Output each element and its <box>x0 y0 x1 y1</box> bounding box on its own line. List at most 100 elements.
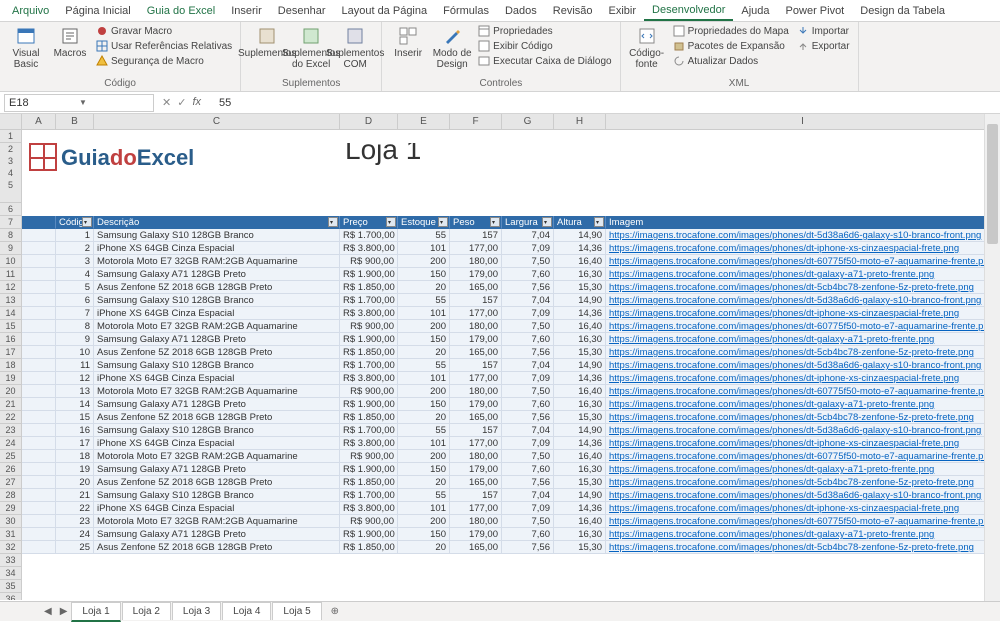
cell[interactable] <box>22 307 56 320</box>
cell-descricao[interactable]: iPhone XS 64GB Cinza Espacial <box>94 437 340 450</box>
ribbon-tab-página-inicial[interactable]: Página Inicial <box>57 2 138 20</box>
visual-basic-button[interactable]: Visual Basic <box>6 24 46 70</box>
cell-preco[interactable]: R$ 1.700,00 <box>340 229 398 242</box>
column-header-H[interactable]: H <box>554 114 606 129</box>
cell[interactable] <box>22 294 56 307</box>
cell[interactable] <box>22 281 56 294</box>
cell-descricao[interactable]: Samsung Galaxy S10 128GB Branco <box>94 489 340 502</box>
cell-estoque[interactable]: 150 <box>398 398 450 411</box>
cell[interactable] <box>22 372 56 385</box>
cell[interactable] <box>22 398 56 411</box>
prop-mapa-button[interactable]: Propriedades do Mapa <box>671 24 791 38</box>
cell[interactable] <box>22 450 56 463</box>
cell-estoque[interactable]: 150 <box>398 268 450 281</box>
column-header-B[interactable]: B <box>56 114 94 129</box>
cell-peso[interactable]: 177,00 <box>450 372 502 385</box>
inserir-controle-button[interactable]: Inserir <box>388 24 428 59</box>
cell-largura[interactable]: 7,60 <box>502 268 554 281</box>
cell-imagem[interactable]: https://imagens.trocafone.com/images/pho… <box>606 502 1000 515</box>
cell[interactable] <box>22 411 56 424</box>
column-header-G[interactable]: G <box>502 114 554 129</box>
cell-peso[interactable]: 165,00 <box>450 281 502 294</box>
ribbon-tab-revisão[interactable]: Revisão <box>545 2 601 20</box>
cell-imagem[interactable]: https://imagens.trocafone.com/images/pho… <box>606 268 1000 281</box>
gravar-macro-button[interactable]: Gravar Macro <box>94 24 234 38</box>
cell-preco[interactable]: R$ 1.900,00 <box>340 398 398 411</box>
cell-descricao[interactable]: Motorola Moto E7 32GB RAM:2GB Aquamarine <box>94 515 340 528</box>
sheet-tab-loja-2[interactable]: Loja 2 <box>122 602 171 620</box>
cell-altura[interactable]: 14,90 <box>554 359 606 372</box>
table-header-peso[interactable]: Peso <box>450 216 502 229</box>
cell-descricao[interactable]: Motorola Moto E7 32GB RAM:2GB Aquamarine <box>94 385 340 398</box>
cell-estoque[interactable]: 200 <box>398 450 450 463</box>
cell-imagem[interactable]: https://imagens.trocafone.com/images/pho… <box>606 281 1000 294</box>
cell-largura[interactable]: 7,50 <box>502 255 554 268</box>
cell-preco[interactable]: R$ 1.900,00 <box>340 528 398 541</box>
chevron-down-icon[interactable]: ▼ <box>79 98 149 107</box>
cell-altura[interactable]: 16,40 <box>554 515 606 528</box>
cell-preco[interactable]: R$ 900,00 <box>340 450 398 463</box>
cell[interactable] <box>22 229 56 242</box>
executar-dialogo-button[interactable]: Executar Caixa de Diálogo <box>476 54 613 68</box>
row-header[interactable]: 16 <box>0 333 22 346</box>
cell-descricao[interactable]: Samsung Galaxy A71 128GB Preto <box>94 333 340 346</box>
row-header[interactable]: 15 <box>0 320 22 333</box>
cell-codigo[interactable]: 8 <box>56 320 94 333</box>
cell-estoque[interactable]: 20 <box>398 281 450 294</box>
cell-codigo[interactable]: 12 <box>56 372 94 385</box>
cell-codigo[interactable]: 2 <box>56 242 94 255</box>
cell-altura[interactable]: 16,40 <box>554 255 606 268</box>
ribbon-tab-desenvolvedor[interactable]: Desenvolvedor <box>644 1 733 21</box>
cell-estoque[interactable]: 101 <box>398 242 450 255</box>
cell-descricao[interactable]: Asus Zenfone 5Z 2018 6GB 128GB Preto <box>94 476 340 489</box>
cell-largura[interactable]: 7,09 <box>502 502 554 515</box>
cell[interactable] <box>22 385 56 398</box>
cell-preco[interactable]: R$ 1.850,00 <box>340 411 398 424</box>
cell-altura[interactable]: 15,30 <box>554 346 606 359</box>
row-header[interactable]: 14 <box>0 307 22 320</box>
cell-descricao[interactable]: Samsung Galaxy S10 128GB Branco <box>94 359 340 372</box>
cell-codigo[interactable]: 17 <box>56 437 94 450</box>
cell-preco[interactable]: R$ 1.900,00 <box>340 333 398 346</box>
row-header[interactable]: 32 <box>0 541 22 554</box>
cell-estoque[interactable]: 55 <box>398 229 450 242</box>
ribbon-tab-layout-da-página[interactable]: Layout da Página <box>333 2 435 20</box>
cell-descricao[interactable]: Samsung Galaxy A71 128GB Preto <box>94 463 340 476</box>
exibir-codigo-button[interactable]: Exibir Código <box>476 39 613 53</box>
ribbon-tab-arquivo[interactable]: Arquivo <box>4 2 57 20</box>
cell-altura[interactable]: 16,40 <box>554 450 606 463</box>
cell-codigo[interactable]: 21 <box>56 489 94 502</box>
row-header[interactable]: 26 <box>0 463 22 476</box>
cell-largura[interactable]: 7,60 <box>502 333 554 346</box>
sheet-tab-loja-3[interactable]: Loja 3 <box>172 602 221 620</box>
vertical-scrollbar[interactable] <box>984 114 1000 601</box>
cell-preco[interactable]: R$ 1.700,00 <box>340 359 398 372</box>
cell-estoque[interactable]: 55 <box>398 294 450 307</box>
cell-imagem[interactable]: https://imagens.trocafone.com/images/pho… <box>606 359 1000 372</box>
column-header-C[interactable]: C <box>94 114 340 129</box>
cell-codigo[interactable]: 24 <box>56 528 94 541</box>
cell-descricao[interactable]: Samsung Galaxy A71 128GB Preto <box>94 528 340 541</box>
filter-button[interactable] <box>542 217 552 227</box>
cell-altura[interactable]: 14,36 <box>554 242 606 255</box>
cell-largura[interactable]: 7,50 <box>502 515 554 528</box>
row-header[interactable]: 31 <box>0 528 22 541</box>
cell-estoque[interactable]: 55 <box>398 424 450 437</box>
cell-imagem[interactable]: https://imagens.trocafone.com/images/pho… <box>606 424 1000 437</box>
cell-largura[interactable]: 7,04 <box>502 294 554 307</box>
sheet-tab-loja-4[interactable]: Loja 4 <box>222 602 271 620</box>
cell-codigo[interactable]: 18 <box>56 450 94 463</box>
row-header[interactable]: 28 <box>0 489 22 502</box>
cell-estoque[interactable]: 150 <box>398 528 450 541</box>
name-box[interactable]: E18▼ <box>4 94 154 112</box>
cell-peso[interactable]: 157 <box>450 359 502 372</box>
cell-imagem[interactable]: https://imagens.trocafone.com/images/pho… <box>606 294 1000 307</box>
cell[interactable] <box>22 255 56 268</box>
cell-imagem[interactable]: https://imagens.trocafone.com/images/pho… <box>606 346 1000 359</box>
cell-descricao[interactable]: iPhone XS 64GB Cinza Espacial <box>94 372 340 385</box>
cell-largura[interactable]: 7,50 <box>502 450 554 463</box>
cell-peso[interactable]: 177,00 <box>450 307 502 320</box>
cell-largura[interactable]: 7,09 <box>502 307 554 320</box>
cell-preco[interactable]: R$ 3.800,00 <box>340 502 398 515</box>
ribbon-tab-desenhar[interactable]: Desenhar <box>270 2 334 20</box>
